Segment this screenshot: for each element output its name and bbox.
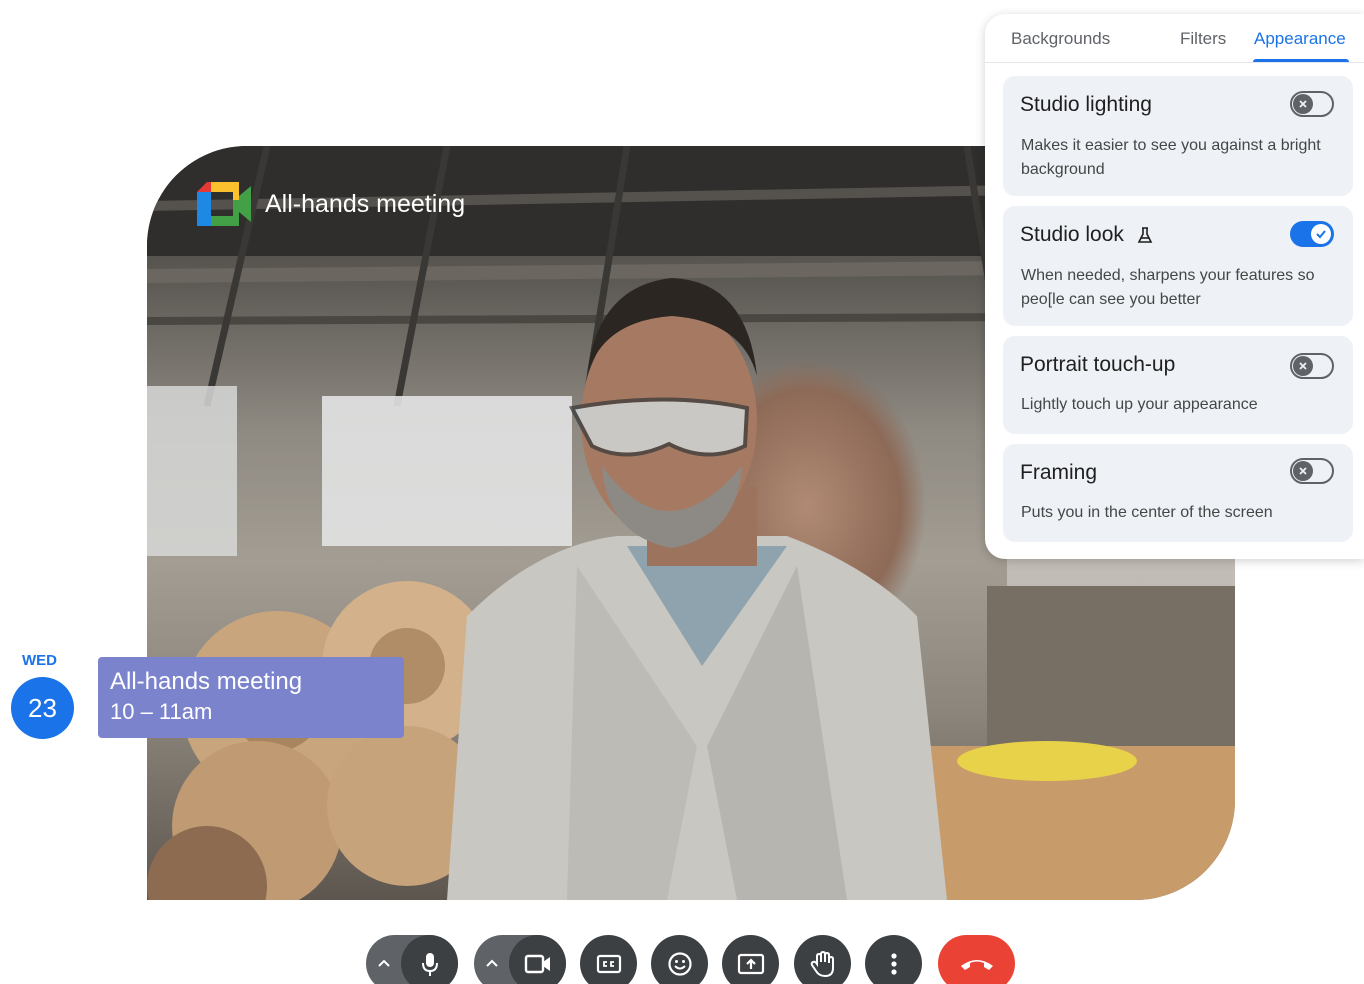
active-tab-indicator [1253,59,1349,62]
studio-lighting-description: Makes it easier to see you against a bri… [1021,137,1321,178]
tab-filters[interactable]: Filters [1180,29,1226,49]
toggle-off-icon [1293,356,1313,376]
calendar-weekday: WED [22,652,57,669]
effects-tabs: Backgrounds Filters Appearance [985,14,1364,63]
tab-appearance[interactable]: Appearance [1254,29,1346,49]
google-meet-logo-icon [197,182,251,226]
portrait-touch-up-description: Lightly touch up your appearance [1021,396,1258,413]
tab-backgrounds[interactable]: Backgrounds [1011,29,1110,49]
meeting-title: All-hands meeting [265,189,466,218]
meeting-header: All-hands meeting [197,182,465,226]
mic-toggle[interactable] [401,935,458,984]
studio-look-description: When needed, sharpens your features so p… [1021,267,1315,308]
reactions-button[interactable] [651,935,708,984]
call-controls [0,935,1364,984]
studio-look-title: Studio look [1020,223,1124,246]
raise-hand-icon [810,950,834,977]
framing-card: Framing Puts you in the center of the sc… [1003,444,1353,542]
card-title: Portrait touch-up [1020,353,1175,377]
card-title: Framing [1020,461,1097,485]
card-title: Studio look [1020,223,1154,247]
calendar-date-badge[interactable]: 23 [11,677,74,739]
leave-call-button[interactable] [938,935,1015,984]
microphone-button[interactable] [366,935,458,984]
studio-lighting-title: Studio lighting [1020,93,1152,116]
captions-button[interactable] [580,935,637,984]
portrait-touch-up-toggle[interactable] [1290,353,1334,379]
flask-icon [1137,227,1153,243]
framing-description: Puts you in the center of the screen [1021,504,1273,521]
present-screen-icon [737,953,764,974]
toggle-off-icon [1293,94,1313,114]
calendar-event-chip[interactable]: All-hands meeting 10 – 11am [98,657,404,738]
card-title: Studio lighting [1020,93,1152,117]
event-time: 10 – 11am [110,699,213,724]
framing-title: Framing [1020,461,1098,484]
camera-toggle[interactable] [509,935,566,984]
studio-look-toggle[interactable] [1290,221,1334,247]
chevron-up-icon[interactable] [482,953,502,973]
effects-panel: Backgrounds Filters Appearance Studio li… [985,14,1364,559]
studio-lighting-toggle[interactable] [1290,91,1334,117]
toggle-on-check-icon [1311,224,1331,244]
end-call-icon [960,959,993,970]
camera-button[interactable] [474,935,566,984]
video-camera-icon [524,954,550,973]
toggle-off-icon [1293,461,1313,481]
framing-toggle[interactable] [1290,458,1334,484]
portrait-touch-up-title: Portrait touch-up [1020,353,1176,376]
studio-lighting-card: Studio lighting Makes it easier to see y… [1003,76,1353,196]
emoji-icon [667,951,692,976]
raise-hand-button[interactable] [794,935,851,984]
chevron-up-icon[interactable] [374,953,394,973]
more-options-button[interactable] [865,935,922,984]
mic-icon [421,952,438,976]
meet-window: All-hands meeting WED 23 All-hands meeti… [0,0,1364,984]
studio-look-card: Studio look When needed, sharpens your f… [1003,206,1353,326]
present-button[interactable] [722,935,779,984]
portrait-touch-up-card: Portrait touch-up Lightly touch up your … [1003,336,1353,434]
event-title: All-hands meeting [110,668,303,695]
closed-captions-icon [596,954,621,973]
more-vert-icon [890,952,897,975]
